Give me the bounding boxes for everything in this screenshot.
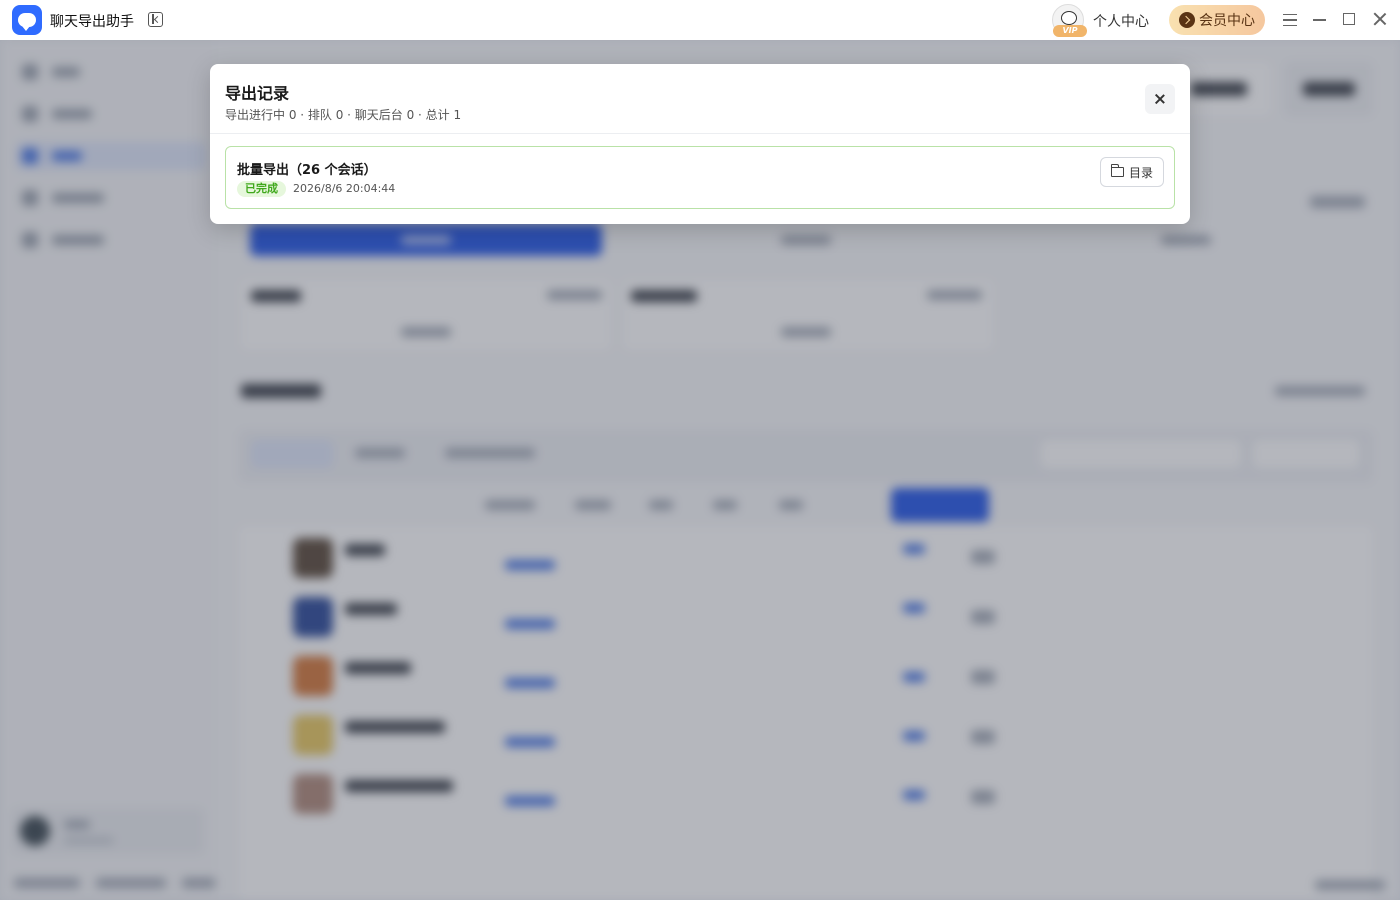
dialog-title: 导出记录	[225, 84, 290, 103]
divider	[210, 133, 1190, 134]
personal-center-link[interactable]: 个人中心	[1093, 11, 1149, 31]
folder-icon	[1110, 164, 1124, 177]
export-record-item: 批量导出（26 个会话） 已完成 2026/8/6 20:04:44 目录	[225, 146, 1175, 209]
record-timestamp: 2026/8/6 20:04:44	[293, 182, 396, 195]
status-badge: 已完成	[237, 181, 286, 197]
app-title: 聊天导出助手	[50, 14, 134, 30]
vip-badge: VIP	[1053, 25, 1087, 37]
sidebar-collapse-icon[interactable]	[148, 12, 163, 27]
app-logo-icon	[12, 5, 42, 35]
arrow-right-icon	[1179, 12, 1195, 28]
open-directory-label: 目录	[1128, 165, 1153, 180]
maximize-icon[interactable]	[1343, 13, 1355, 25]
record-title: 批量导出（26 个会话）	[237, 163, 377, 178]
close-dialog-button[interactable]	[1145, 84, 1175, 114]
open-directory-button[interactable]: 目录	[1100, 157, 1164, 187]
menu-icon[interactable]	[1283, 14, 1297, 26]
member-center-button[interactable]: 会员中心	[1169, 5, 1265, 35]
member-center-label: 会员中心	[1199, 13, 1255, 29]
dialog-subtitle: 导出进行中 0 · 排队 0 · 聊天后台 0 · 总计 1	[225, 108, 462, 122]
export-records-dialog: 导出记录 导出进行中 0 · 排队 0 · 聊天后台 0 · 总计 1 批量导出…	[210, 64, 1190, 224]
window-close-icon[interactable]	[1372, 11, 1388, 27]
minimize-icon[interactable]	[1313, 19, 1326, 21]
user-avatar[interactable]: VIP	[1052, 4, 1087, 37]
title-bar: 聊天导出助手 VIP 个人中心 会员中心	[0, 0, 1400, 40]
panda-avatar-icon	[1061, 11, 1077, 25]
